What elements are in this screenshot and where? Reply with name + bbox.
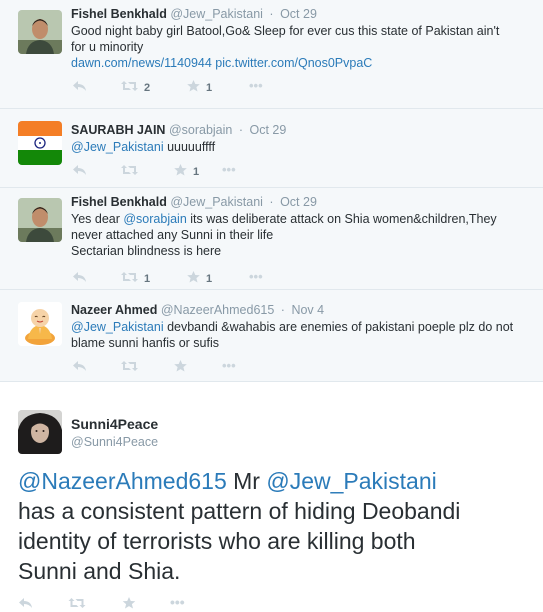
tweet-text-line: never attached any Sunni in their life	[71, 228, 274, 242]
tweet-text-line: uuuuuffff	[163, 140, 216, 154]
reply-icon[interactable]	[73, 80, 87, 95]
more-icon[interactable]: •••	[222, 358, 236, 373]
author-handle[interactable]: @Sunni4Peace	[71, 435, 158, 449]
more-icon[interactable]: •••	[222, 162, 236, 177]
tweet-timestamp[interactable]: Oct 29	[280, 7, 317, 21]
tweet-link[interactable]: dawn.com/news/1140944 pic.twitter.com/Qn…	[71, 55, 521, 71]
mention-link[interactable]: @Jew_Pakistani	[266, 468, 436, 494]
favorite-button[interactable]: 1	[187, 271, 212, 286]
retweet-count: 2	[144, 82, 151, 94]
avatar[interactable]	[18, 302, 62, 346]
star-icon	[174, 164, 187, 176]
tweet-timestamp[interactable]: Nov 4	[291, 303, 324, 317]
tweet-text-line: its was deliberate attack on Shia women&…	[186, 212, 497, 226]
tweet-header: Nazeer Ahmed @NazeerAhmed615 · Nov 4	[71, 303, 324, 317]
tweet-timestamp[interactable]: Oct 29	[280, 195, 317, 209]
separator-dot: ·	[238, 123, 244, 137]
reply-icon[interactable]	[73, 271, 87, 286]
praying-monk-icon	[18, 302, 62, 346]
tweet-text-line: for u minority	[71, 40, 144, 54]
tweet-text-line: blame sunni hanfis or sufis	[71, 336, 219, 350]
main-tweet-text: @NazeerAhmed615 Mr @Jew_Pakistani has a …	[18, 466, 533, 586]
reply-tweet[interactable]: SAURABH JAIN @sorabjain · Oct 29 @Jew_Pa…	[0, 109, 543, 188]
favorite-button[interactable]: 1	[174, 164, 199, 179]
tweet-timestamp[interactable]: Oct 29	[250, 123, 287, 137]
mention-link[interactable]: @sorabjain	[123, 212, 186, 226]
favorite-button[interactable]	[174, 360, 193, 375]
author-name[interactable]: Nazeer Ahmed	[71, 303, 157, 317]
separator-dot: ·	[269, 7, 274, 21]
favorite-button[interactable]: 1	[187, 80, 212, 95]
avatar[interactable]	[18, 121, 62, 165]
tweet-header: Fishel Benkhald @Jew_Pakistani · Oct 29	[71, 195, 317, 209]
tweet-text-line: Sectarian blindness is here	[71, 244, 222, 258]
author-handle[interactable]: @Jew_Pakistani	[170, 195, 263, 209]
mention-link[interactable]: @NazeerAhmed615	[18, 468, 227, 494]
reply-icon[interactable]	[73, 360, 87, 375]
retweet-count: 1	[144, 273, 151, 285]
retweet-icon	[121, 361, 138, 371]
tweet-text-line: Sunni and Shia.	[18, 558, 181, 584]
tweet-text-line: Good night baby girl Batool,Go& Sleep fo…	[71, 24, 500, 38]
mention-link[interactable]: @Jew_Pakistani	[71, 140, 164, 154]
tweet-text-line: Mr	[226, 468, 267, 494]
more-icon[interactable]: •••	[249, 78, 263, 93]
favorite-count: 1	[206, 273, 213, 285]
tweet-header: Fishel Benkhald @Jew_Pakistani · Oct 29	[71, 7, 317, 21]
star-icon	[187, 80, 200, 92]
author-handle[interactable]: @NazeerAhmed615	[161, 303, 274, 317]
retweet-button[interactable]: 1	[121, 271, 150, 286]
author-handle[interactable]: @Jew_Pakistani	[170, 7, 263, 21]
retweet-button[interactable]	[121, 164, 144, 179]
author-handle[interactable]: @sorabjain	[169, 123, 232, 137]
mention-link[interactable]: @Jew_Pakistani	[71, 320, 164, 334]
retweet-icon	[121, 165, 138, 175]
avatar[interactable]	[18, 410, 62, 454]
retweet-icon	[121, 81, 138, 91]
avatar[interactable]	[18, 10, 62, 54]
separator-dot: ·	[280, 303, 285, 317]
star-icon[interactable]	[122, 596, 136, 612]
star-icon	[174, 360, 187, 372]
star-icon	[187, 271, 200, 283]
reply-tweet[interactable]: Fishel Benkhald @Jew_Pakistani · Oct 29 …	[0, 188, 543, 290]
avatar[interactable]	[18, 198, 62, 242]
favorite-count: 1	[206, 82, 213, 94]
retweet-button[interactable]: 2	[121, 80, 150, 95]
author-name[interactable]: Fishel Benkhald	[71, 195, 167, 209]
india-flag-icon	[18, 121, 62, 165]
tweet-text-line: identity of terrorists who are killing b…	[18, 528, 416, 554]
tweet-text-line: devbandi &wahabis are enemies of pakista…	[163, 320, 514, 334]
tweet-text: @Jew_Pakistani devbandi &wahabis are ene…	[71, 319, 521, 351]
author-name[interactable]: SAURABH JAIN	[71, 123, 165, 137]
author-name[interactable]: Fishel Benkhald	[71, 7, 167, 21]
reply-icon[interactable]	[18, 596, 34, 612]
tweet-header: SAURABH JAIN @sorabjain · Oct 29	[71, 123, 286, 137]
reply-icon[interactable]	[73, 164, 87, 179]
retweet-button[interactable]	[121, 360, 144, 375]
reply-tweet[interactable]: Nazeer Ahmed @NazeerAhmed615 · Nov 4 @Je…	[0, 290, 543, 382]
separator-dot: ·	[269, 195, 274, 209]
tweet-text: Good night baby girl Batool,Go& Sleep fo…	[71, 23, 521, 71]
author-name[interactable]: Sunni4Peace	[71, 416, 158, 432]
tweet-text: @Jew_Pakistani uuuuuffff	[71, 139, 521, 155]
reply-tweet[interactable]: Fishel Benkhald @Jew_Pakistani · Oct 29 …	[0, 0, 543, 109]
retweet-icon	[121, 272, 138, 282]
tweet-text-line: Yes dear	[71, 212, 124, 226]
retweet-icon[interactable]	[68, 596, 86, 612]
tweet-text-line: has a consistent pattern of hiding Deoba…	[18, 498, 461, 524]
more-icon[interactable]: •••	[249, 269, 263, 284]
favorite-count: 1	[193, 166, 200, 178]
tweet-text: Yes dear @sorabjain its was deliberate a…	[71, 211, 521, 259]
